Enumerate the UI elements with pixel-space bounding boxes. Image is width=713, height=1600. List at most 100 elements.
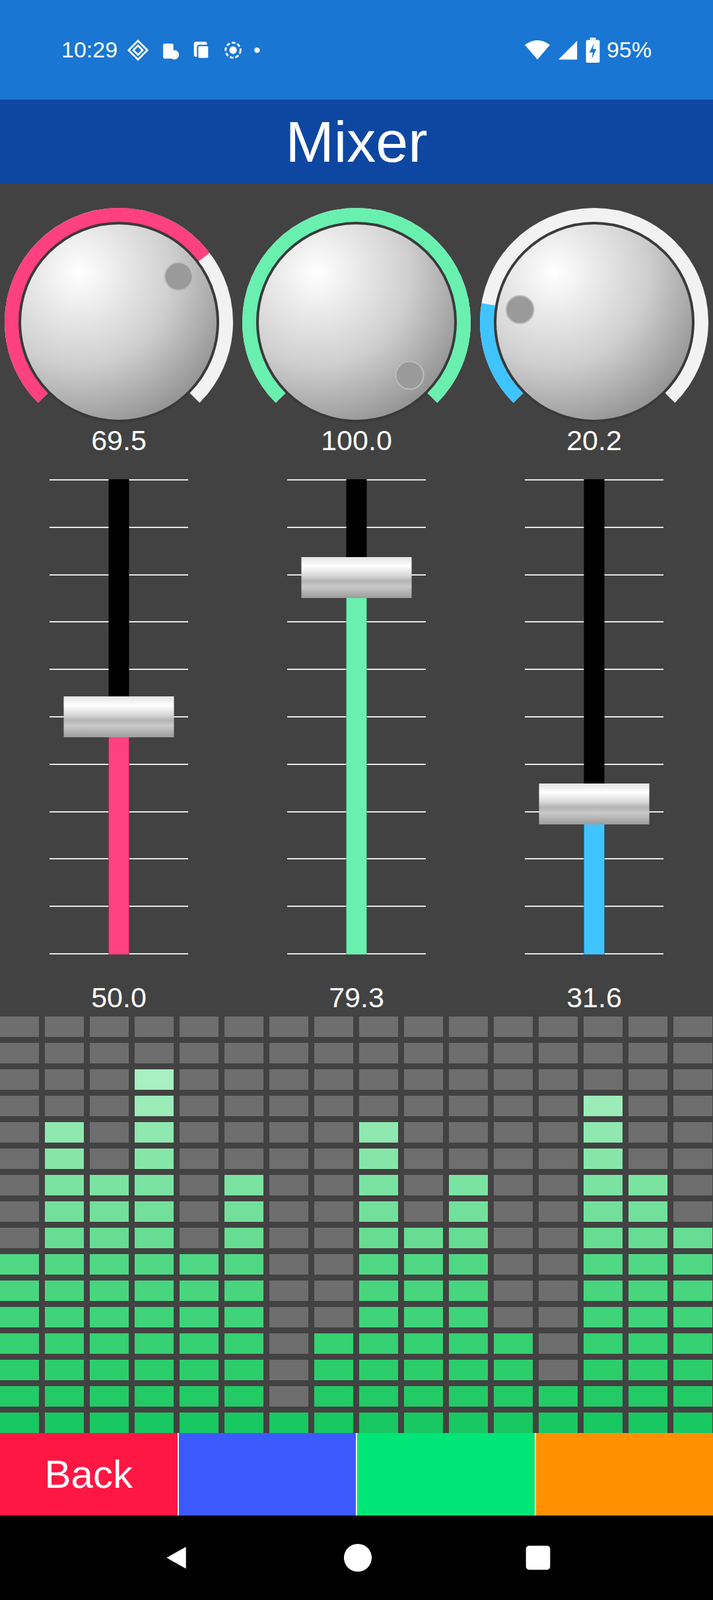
meter-column — [359, 1016, 399, 1434]
meter-cell — [314, 1148, 354, 1170]
meter-column — [89, 1016, 129, 1434]
meter-cell — [583, 1307, 623, 1328]
meter-cell — [538, 1201, 578, 1223]
back-icon[interactable] — [161, 1543, 191, 1573]
fader-track — [346, 479, 368, 955]
meter-cell — [359, 1333, 399, 1355]
battery-icon — [585, 37, 601, 63]
meter-cell — [404, 1359, 443, 1381]
meter-cell — [673, 1333, 713, 1355]
meter-cell — [179, 1307, 219, 1328]
fader-handle[interactable] — [301, 557, 412, 599]
fader-value: 79.3 — [328, 981, 385, 1014]
meter-cell — [224, 1333, 264, 1355]
meter-cell — [538, 1175, 578, 1196]
meter-column — [673, 1016, 713, 1434]
knob-control[interactable]: 100.0 — [237, 183, 476, 457]
knob[interactable] — [237, 203, 476, 425]
meter-cell — [0, 1359, 39, 1381]
meter-cell — [404, 1095, 443, 1117]
fader-control[interactable]: 79.3 — [287, 456, 426, 1014]
meter-cell — [583, 1201, 623, 1223]
meter-cell — [583, 1095, 623, 1117]
meter-cell — [538, 1412, 578, 1434]
meter-cell — [673, 1175, 713, 1196]
meter-cell — [538, 1254, 578, 1275]
fader-control[interactable]: 50.0 — [49, 456, 189, 1014]
fader-value: 31.6 — [566, 981, 622, 1014]
meter-cell — [628, 1175, 668, 1196]
meter-cell — [673, 1254, 713, 1275]
meter-cell — [628, 1122, 668, 1143]
meter-cell — [134, 1386, 174, 1407]
knob-control[interactable]: 69.5 — [0, 183, 238, 457]
meter-cell — [134, 1254, 174, 1275]
channel-strip: 69.5 50.0 — [0, 183, 238, 1014]
meter-cell — [44, 1386, 84, 1407]
meter-cell — [628, 1386, 668, 1407]
meter-cell — [538, 1333, 578, 1355]
meter-cell — [538, 1386, 578, 1407]
meter-cell — [673, 1069, 713, 1090]
meter-cell — [538, 1122, 578, 1143]
meter-cell — [269, 1412, 309, 1434]
meter-cell — [314, 1016, 354, 1038]
fader[interactable] — [524, 479, 664, 955]
meter-cell — [628, 1280, 668, 1302]
meter-cell — [179, 1148, 219, 1170]
meter-cell — [448, 1122, 488, 1143]
meter-cell — [179, 1095, 219, 1117]
meter-cell — [493, 1175, 533, 1196]
knob[interactable] — [0, 203, 238, 425]
meter-cell — [0, 1412, 39, 1434]
channel-strip: 20.2 31.6 — [475, 183, 713, 1014]
meter-cell — [314, 1412, 354, 1434]
meter-cell — [134, 1043, 174, 1064]
meter-cell — [404, 1175, 443, 1196]
meter-cell — [0, 1043, 39, 1064]
meter-cell — [0, 1280, 39, 1302]
meter-column — [448, 1016, 488, 1434]
meter-column — [493, 1016, 533, 1434]
action-button[interactable] — [178, 1433, 357, 1516]
knob[interactable] — [475, 203, 713, 425]
action-button[interactable] — [357, 1433, 535, 1516]
meter-cell — [673, 1227, 713, 1249]
meter-cell — [89, 1333, 129, 1355]
meter-cell — [359, 1016, 399, 1038]
meter-cell — [359, 1412, 399, 1434]
meter-cell — [89, 1122, 129, 1143]
action-button[interactable]: Back — [0, 1433, 178, 1516]
meter-cell — [404, 1069, 443, 1090]
meter-cell — [628, 1148, 668, 1170]
fader-control[interactable]: 31.6 — [524, 456, 664, 1014]
fader[interactable] — [287, 479, 426, 955]
knob-control[interactable]: 20.2 — [475, 183, 713, 457]
meter-cell — [359, 1359, 399, 1381]
meter-cell — [89, 1148, 129, 1170]
meter-cell — [134, 1148, 174, 1170]
meter-cell — [179, 1227, 219, 1249]
meter-cell — [89, 1095, 129, 1117]
knob-value: 69.5 — [91, 424, 147, 457]
mixer-panel: 69.5 50.0 100.0 79.3 20.2 31.6 — [0, 183, 713, 1434]
fader[interactable] — [49, 479, 189, 955]
meter-cell — [314, 1201, 354, 1223]
home-icon[interactable] — [342, 1542, 374, 1574]
meter-cell — [673, 1016, 713, 1038]
meter-cell — [314, 1307, 354, 1328]
fader-handle[interactable] — [539, 783, 650, 825]
fader-handle[interactable] — [64, 696, 175, 738]
meter-cell — [44, 1280, 84, 1302]
recents-icon[interactable] — [524, 1544, 552, 1572]
meter-cell — [448, 1333, 488, 1355]
meter-cell — [269, 1359, 309, 1381]
meter-cell — [404, 1122, 443, 1143]
meter-cell — [134, 1069, 174, 1090]
meter-cell — [89, 1227, 129, 1249]
meter-cell — [493, 1386, 533, 1407]
meter-cell — [0, 1175, 39, 1196]
fader-value: 50.0 — [91, 981, 147, 1014]
action-button[interactable] — [536, 1433, 713, 1516]
meter-cell — [493, 1201, 533, 1223]
